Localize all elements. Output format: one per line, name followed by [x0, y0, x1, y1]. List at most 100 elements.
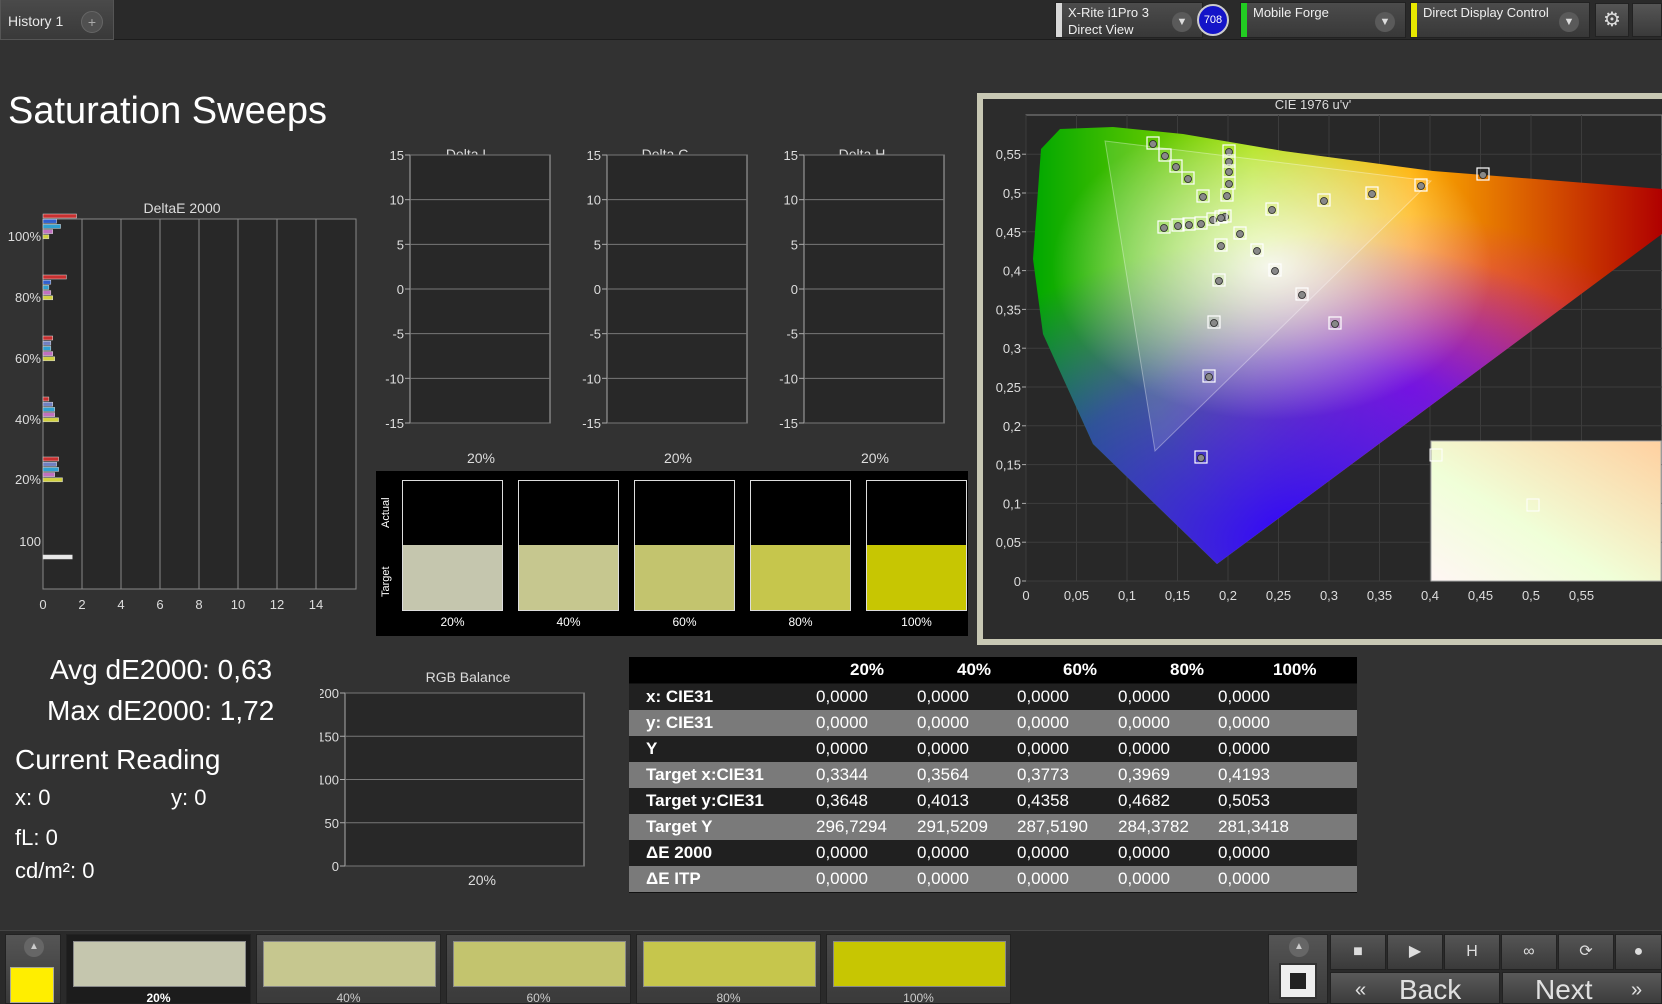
refresh-icon-button[interactable]: ⟳	[1558, 934, 1614, 970]
table-cell: 0,0000	[1017, 843, 1069, 862]
current-reading-heading: Current Reading	[15, 744, 221, 775]
swatch-label: 100%	[901, 615, 932, 629]
current-patch-color	[10, 967, 54, 1003]
table-cell: 0,0000	[1218, 869, 1270, 888]
delta-y-tick: 0	[791, 282, 798, 297]
deltae-bar	[42, 477, 63, 483]
delta-y-tick: 10	[390, 193, 404, 208]
tab-history-1[interactable]: History 1 +	[0, 0, 114, 40]
deltae-bar	[42, 234, 50, 240]
delta-y-tick: 5	[791, 237, 798, 252]
deltae-bar	[42, 213, 77, 219]
chevron-down-icon[interactable]: ▼	[1172, 12, 1192, 32]
cie-y-tick: 0,15	[996, 458, 1021, 473]
deltae-bar	[42, 340, 52, 346]
table-cell: 0,0000	[1118, 713, 1170, 732]
deltae-y-label: 80%	[15, 290, 41, 305]
chevron-up-icon[interactable]: ▲	[1289, 937, 1309, 957]
display-selector[interactable]: Direct Display Control ▼	[1410, 2, 1590, 38]
continuous-icon-button[interactable]: ∞	[1501, 934, 1557, 970]
cie-x-tick: 0,45	[1468, 588, 1493, 603]
table-column-header: 80%	[1170, 660, 1205, 679]
deltae-y-label: 60%	[15, 351, 41, 366]
extra-menu-button[interactable]	[1632, 3, 1662, 37]
table-cell: 0,4013	[917, 791, 969, 810]
chevron-down-icon[interactable]: ▼	[1375, 12, 1395, 32]
record-icon-button[interactable]: ●	[1615, 934, 1662, 970]
table-row: y: CIE31 0,0000 0,0000 0,0000 0,0000 0,0000	[629, 710, 1357, 736]
deltae-bar	[42, 229, 53, 234]
color-space-badge[interactable]: 708	[1197, 4, 1229, 36]
table-row-label: Y	[646, 739, 658, 758]
table-cell: 0,0000	[1218, 843, 1270, 862]
delta-y-tick: -15	[779, 416, 798, 431]
table-row-label: Target x:CIE31	[646, 765, 764, 784]
next-button[interactable]: Next »	[1502, 972, 1662, 1004]
table-cell: 296,7294	[816, 817, 887, 836]
deltae-chart-title: DeltaE 2000	[143, 200, 220, 216]
cie-x-tick: 0,5	[1522, 588, 1540, 603]
table-cell: 0,0000	[1017, 687, 1069, 706]
play-icon-button[interactable]: ▶	[1387, 934, 1443, 970]
hold-icon-button[interactable]: H	[1444, 934, 1500, 970]
table-cell: 0,0000	[816, 869, 868, 888]
delta-h-x-label: 20%	[861, 450, 889, 466]
generator-color-bar	[1241, 3, 1247, 37]
cie-measured-point	[1417, 182, 1425, 190]
patch-60-button[interactable]: 60%	[446, 934, 631, 1004]
swatch-label: 60%	[672, 615, 697, 629]
deltae-y-labels: 100% 80% 60% 40% 20% 100	[8, 229, 42, 549]
table-cell: 281,3418	[1218, 817, 1289, 836]
cie-measured-point	[1368, 190, 1376, 198]
patch-20-button[interactable]: 20%	[66, 934, 251, 1004]
max-de2000: Max dE2000: 1,72	[47, 695, 275, 726]
patch-color	[453, 941, 626, 987]
swatch-label: 40%	[556, 615, 581, 629]
table-cell: 0,0000	[1118, 843, 1170, 862]
reading-cdm2: cd/m²: 0	[15, 858, 95, 883]
deltae-y-label: 100%	[8, 229, 42, 244]
table-cell: 0,0000	[816, 843, 868, 862]
patch-color	[643, 941, 816, 987]
add-tab-button[interactable]: +	[81, 11, 103, 33]
patch-100-button[interactable]: 100%	[826, 934, 1011, 1004]
delta-y-tick: -10	[582, 371, 601, 386]
cie-measured-point	[1320, 197, 1328, 205]
table-row: Target y:CIE31 0,3648 0,4013 0,4358 0,4682 0,…	[629, 788, 1357, 814]
delta-y-tick: 15	[390, 148, 404, 163]
delta-y-tick: -15	[385, 416, 404, 431]
deltae-bar	[42, 356, 55, 362]
cie-x-tick: 0	[1022, 588, 1029, 603]
delta-y-tick: 15	[587, 148, 601, 163]
actual-target-swatch-panel: Actual Target 20% 40% 60% 80% 100%	[376, 471, 968, 636]
table-row: ΔE 2000 0,0000 0,0000 0,0000 0,0000 0,0000	[629, 840, 1357, 866]
current-patch-button[interactable]: ▲	[5, 934, 61, 1004]
cie-measured-point	[1184, 175, 1192, 183]
patch-color	[833, 941, 1006, 987]
next-label: Next	[1535, 974, 1593, 1004]
table-cell: 284,3782	[1118, 817, 1189, 836]
patch-80-button[interactable]: 80%	[636, 934, 821, 1004]
stop-measure-button[interactable]: ▲	[1268, 934, 1328, 1004]
meter-name: X-Rite i1Pro 3	[1068, 5, 1149, 20]
meter-selector[interactable]: X-Rite i1Pro 3 Direct View ▼	[1055, 2, 1203, 38]
table-column-header: 60%	[1063, 660, 1098, 679]
cie-y-tick: 0,4	[1003, 264, 1021, 279]
swatch-target-fill	[635, 545, 734, 610]
settings-gear-icon[interactable]: ⚙	[1595, 3, 1629, 37]
delta-y-tick: 10	[784, 193, 798, 208]
cie-measured-point	[1199, 193, 1207, 201]
chevron-up-icon[interactable]: ▲	[24, 937, 44, 957]
table-cell: 0,0000	[1118, 739, 1170, 758]
stop-icon-button[interactable]: ■	[1330, 934, 1386, 970]
back-button[interactable]: « Back	[1330, 972, 1500, 1004]
table-cell: 0,0000	[917, 739, 969, 758]
table-cell: 0,4358	[1017, 791, 1069, 810]
back-label: Back	[1399, 974, 1462, 1004]
swatch-target-fill	[403, 545, 502, 610]
table-header-row: 20% 40% 60% 80% 100%	[629, 657, 1357, 683]
table-cell: 0,0000	[1218, 713, 1270, 732]
generator-selector[interactable]: Mobile Forge ▼	[1240, 2, 1406, 38]
chevron-down-icon[interactable]: ▼	[1559, 12, 1579, 32]
patch-40-button[interactable]: 40%	[256, 934, 441, 1004]
